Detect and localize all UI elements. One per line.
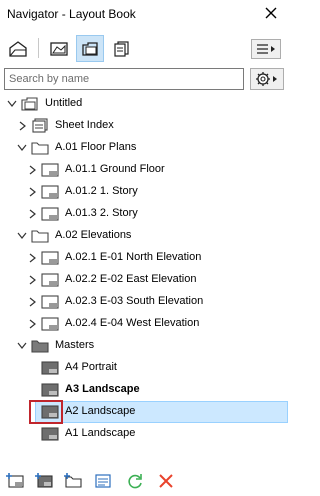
publisher-sets-button[interactable] — [107, 35, 135, 62]
chevron-right-icon[interactable] — [27, 296, 37, 308]
tree-label: Untitled — [45, 97, 83, 109]
tree-label: A.01.1 Ground Floor — [65, 163, 165, 175]
delete-icon — [159, 474, 173, 488]
tree-label: A.02.4 E-04 West Elevation — [65, 317, 200, 329]
title-bar: Navigator - Layout Book — [0, 0, 288, 28]
tree-row-master[interactable]: A3 Landscape — [0, 379, 288, 401]
tree-row-folder[interactable]: A.02 Elevations — [0, 225, 288, 247]
layout-book-icon — [82, 41, 98, 56]
chevron-down-icon[interactable] — [17, 340, 27, 352]
tree-row-layout[interactable]: A.01.1 Ground Floor — [0, 159, 288, 181]
layout-tree: Untitled Sheet Index A.01 Floor Plans A.… — [0, 93, 288, 451]
chevron-right-icon[interactable] — [27, 274, 37, 286]
tree-row-folder[interactable]: A.01 Floor Plans — [0, 137, 288, 159]
chevron-down-icon[interactable] — [17, 230, 27, 242]
master-layout-icon — [41, 383, 59, 397]
layout-book-icon — [21, 97, 38, 111]
layout-icon — [41, 317, 59, 331]
tree-row-root[interactable]: Untitled — [0, 93, 288, 115]
chevron-right-icon[interactable] — [27, 318, 37, 330]
new-master-icon — [35, 473, 53, 488]
tree-row-layout[interactable]: A.02.3 E-03 South Elevation — [0, 291, 288, 313]
tree-label: A4 Portrait — [65, 361, 117, 373]
tree-row-layout[interactable]: A.01.3 2. Story — [0, 203, 288, 225]
tree-label: A1 Landscape — [65, 427, 136, 439]
tree-row-master[interactable]: A1 Landscape — [0, 423, 288, 445]
tree-label: A.02.3 E-03 South Elevation — [65, 295, 204, 307]
search-field-container — [4, 68, 244, 90]
toolbar-separator — [38, 38, 39, 58]
tree-label: A.02.1 E-01 North Elevation — [65, 251, 202, 263]
new-folder-icon — [64, 473, 82, 488]
new-master-button[interactable] — [33, 471, 55, 491]
tree-row-layout[interactable]: A.01.2 1. Story — [0, 181, 288, 203]
chevron-right-icon[interactable] — [17, 120, 27, 132]
settings-button[interactable] — [250, 68, 284, 90]
layout-icon — [41, 185, 59, 199]
options-menu-button[interactable] — [251, 39, 281, 59]
properties-button[interactable] — [92, 471, 114, 491]
master-layout-icon — [41, 361, 59, 375]
tree-label: A.01.2 1. Story — [65, 185, 138, 197]
chevron-down-icon[interactable] — [7, 98, 17, 110]
layout-icon — [41, 273, 59, 287]
chevron-right-icon[interactable] — [27, 164, 37, 176]
properties-icon — [95, 474, 111, 488]
layout-icon — [41, 207, 59, 221]
tree-label: A2 Landscape — [65, 405, 136, 417]
chevron-right-icon[interactable] — [27, 208, 37, 220]
search-row — [0, 66, 288, 92]
update-button[interactable] — [124, 471, 146, 491]
tree-label: A3 Landscape — [65, 383, 140, 395]
tree-row-masters[interactable]: Masters — [0, 335, 288, 357]
chevron-right-icon[interactable] — [27, 252, 37, 264]
new-layout-icon — [6, 473, 24, 488]
layout-icon — [41, 295, 59, 309]
bottom-toolbar — [0, 466, 288, 496]
folder-icon — [31, 230, 49, 243]
gear-icon — [256, 72, 277, 86]
layout-book-button[interactable] — [76, 35, 104, 62]
master-layout-icon — [41, 427, 59, 441]
refresh-icon — [128, 474, 142, 489]
new-subset-button[interactable] — [62, 471, 84, 491]
project-map-button[interactable] — [4, 35, 32, 62]
view-map-icon — [50, 41, 68, 56]
folder-icon — [31, 142, 49, 155]
layout-icon — [41, 163, 59, 177]
tree-label: A.02.2 E-02 East Elevation — [65, 273, 197, 285]
project-map-icon — [9, 40, 27, 57]
tree-label: A.02 Elevations — [55, 229, 132, 241]
tree-row-layout[interactable]: A.02.1 E-01 North Elevation — [0, 247, 288, 269]
window-title: Navigator - Layout Book — [7, 7, 136, 21]
delete-button[interactable] — [155, 471, 177, 491]
close-icon[interactable] — [263, 5, 279, 21]
menu-icon — [257, 44, 275, 54]
sheet-index-icon — [32, 118, 48, 133]
publisher-sets-icon — [114, 40, 129, 57]
tree-row-sheet-index[interactable]: Sheet Index — [0, 115, 288, 137]
toolbar — [0, 30, 288, 64]
chevron-down-icon[interactable] — [17, 142, 27, 154]
tree-row-layout[interactable]: A.02.4 E-04 West Elevation — [0, 313, 288, 335]
masters-folder-icon — [31, 340, 49, 353]
tree-label: A.01 Floor Plans — [55, 141, 137, 153]
tree-label: Masters — [55, 339, 95, 351]
new-layout-button[interactable] — [4, 471, 26, 491]
tree-row-master[interactable]: A4 Portrait — [0, 357, 288, 379]
tree-row-layout[interactable]: A.02.2 E-02 East Elevation — [0, 269, 288, 291]
search-input[interactable] — [5, 69, 243, 89]
tree-label: Sheet Index — [55, 119, 114, 131]
chevron-right-icon[interactable] — [27, 186, 37, 198]
view-map-button[interactable] — [45, 35, 73, 62]
tree-label: A.01.3 2. Story — [65, 207, 138, 219]
layout-icon — [41, 251, 59, 265]
annotation-highlight-box — [29, 400, 63, 424]
